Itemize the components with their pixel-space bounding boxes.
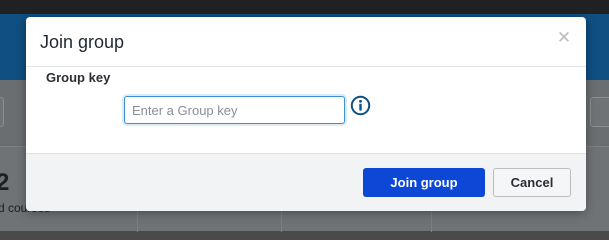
background-topbar [0,0,609,14]
background-button-left [0,97,4,127]
background-button-right [590,97,609,127]
cancel-button[interactable]: Cancel [493,168,571,197]
dialog-header: Join group ✕ [26,17,586,67]
group-key-input[interactable] [124,96,345,124]
join-group-button[interactable]: Join group [363,168,485,197]
dialog-footer: Join group Cancel [26,153,586,211]
close-icon[interactable]: ✕ [554,28,574,48]
group-key-label: Group key [46,70,111,85]
dialog-title: Join group [40,32,125,52]
info-icon[interactable] [350,95,371,116]
join-group-dialog: Join group ✕ Group key Join group Cancel [26,17,586,211]
stat-number: 2 [0,169,10,196]
